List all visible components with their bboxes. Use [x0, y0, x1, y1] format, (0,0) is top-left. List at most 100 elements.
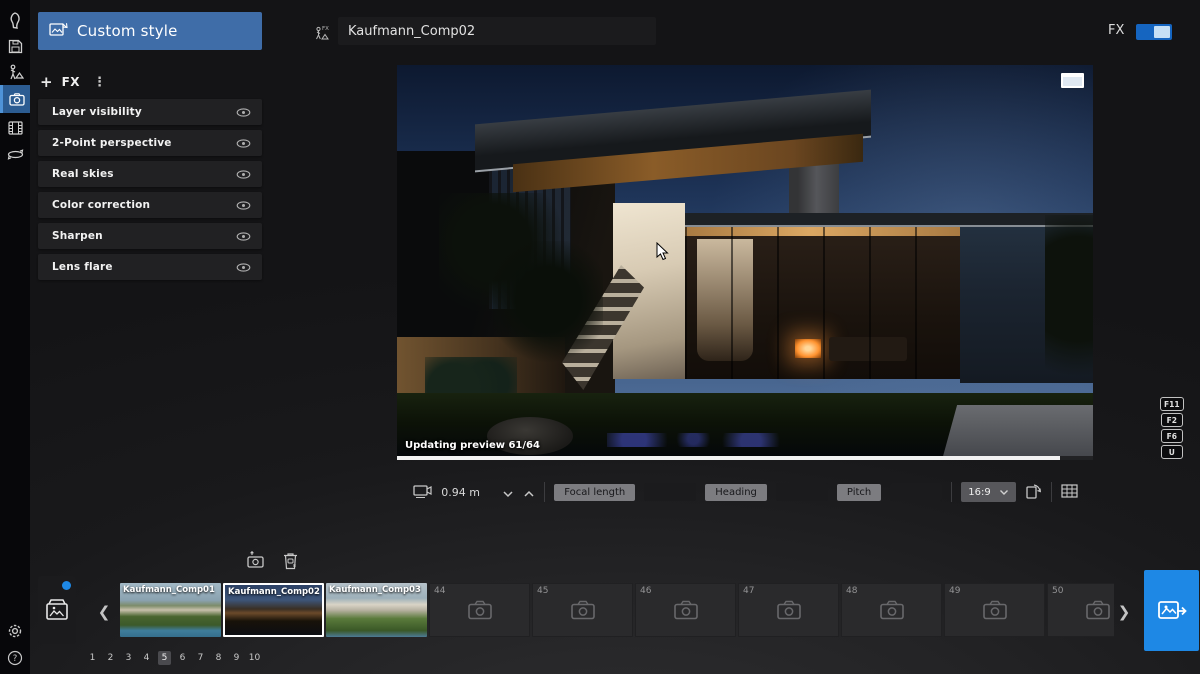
preview-image[interactable]: Updating preview 61/64 — [397, 65, 1093, 460]
cursor-tool-icon[interactable] — [0, 7, 30, 33]
preview-glass-mullions — [685, 227, 960, 379]
movie-mode-icon[interactable] — [0, 115, 30, 141]
camera-controls-bar: 0.94 m Focal length Heading Pitch 16:9 — [397, 477, 1093, 507]
preview-progress-fill — [397, 456, 1060, 460]
eye-icon[interactable] — [236, 263, 251, 272]
divider — [544, 482, 545, 502]
environment-icon[interactable] — [0, 59, 30, 85]
add-effect-button[interactable]: + FX ⋮ — [40, 70, 106, 94]
plus-icon: + — [40, 73, 53, 91]
page-3[interactable]: 3 — [122, 651, 135, 665]
effect-2point-perspective[interactable]: 2-Point perspective — [38, 130, 262, 156]
divider — [951, 482, 952, 502]
photo-thumbnail[interactable]: Kaufmann_Comp03 — [326, 583, 427, 637]
empty-photo-slot[interactable]: 48 — [841, 583, 942, 637]
camera-icon — [1085, 600, 1111, 621]
focal-length-button[interactable]: Focal length — [554, 484, 635, 501]
effect-sharpen[interactable]: Sharpen — [38, 223, 262, 249]
photo-thumbnail[interactable]: Kaufmann_Comp01 — [120, 583, 221, 637]
eye-icon[interactable] — [236, 139, 251, 148]
fx-toggle-switch[interactable] — [1136, 24, 1172, 40]
help-icon[interactable]: ? — [0, 645, 30, 671]
hotkey-f2[interactable]: F2 — [1161, 413, 1183, 427]
chevron-up-icon[interactable] — [523, 483, 535, 502]
hotkey-u[interactable]: U — [1161, 445, 1183, 459]
eye-icon[interactable] — [236, 170, 251, 179]
app-window: ? Custom style + FX ⋮ Layer visibility 2… — [0, 0, 1200, 674]
preview-right-vegetation — [1045, 215, 1093, 400]
camera-icon — [776, 600, 802, 621]
delete-photo-button[interactable] — [278, 548, 302, 572]
camera-icon — [982, 600, 1008, 621]
settings-icon[interactable] — [0, 618, 30, 644]
photo-mode-icon[interactable] — [0, 85, 30, 113]
hotkey-f11[interactable]: F11 — [1160, 397, 1184, 411]
focal-length-field[interactable] — [644, 483, 696, 501]
empty-photo-slot[interactable]: 50 — [1047, 583, 1114, 637]
svg-text:?: ? — [13, 654, 18, 664]
page-1[interactable]: 1 — [86, 651, 99, 665]
effect-real-skies[interactable]: Real skies — [38, 161, 262, 187]
empty-photo-slot[interactable]: 49 — [944, 583, 1045, 637]
aspect-ratio-select[interactable]: 16:9 — [961, 482, 1015, 502]
strip-scroll-left[interactable]: ❮ — [94, 594, 114, 630]
render-photo-button[interactable] — [1144, 570, 1199, 651]
divider — [1051, 482, 1052, 502]
eye-icon[interactable] — [236, 201, 251, 210]
photo-thumbnail-selected[interactable]: Kaufmann_Comp02 — [223, 583, 324, 637]
save-icon[interactable] — [0, 33, 30, 59]
page-9[interactable]: 9 — [230, 651, 243, 665]
filmstrip-pagination: 1 2 3 4 5 6 7 8 9 10 — [86, 651, 261, 665]
toggle-knob — [1154, 26, 1170, 38]
custom-style-icon — [49, 22, 68, 41]
custom-style-header[interactable]: Custom style — [38, 12, 262, 50]
eye-icon[interactable] — [236, 232, 251, 241]
page-10[interactable]: 10 — [248, 651, 261, 665]
render-export-icon — [1157, 599, 1187, 623]
hotkey-f6[interactable]: F6 — [1161, 429, 1183, 443]
maximize-preview-button[interactable] — [1061, 73, 1084, 88]
pitch-button[interactable]: Pitch — [837, 484, 881, 501]
empty-photo-slot[interactable]: 47 — [738, 583, 839, 637]
camera-height-value[interactable]: 0.94 m — [441, 486, 493, 499]
pitch-field[interactable] — [890, 483, 942, 501]
page-2[interactable]: 2 — [104, 651, 117, 665]
orientation-icon[interactable] — [1025, 482, 1042, 503]
camera-icon — [570, 600, 596, 621]
eye-icon[interactable] — [236, 108, 251, 117]
effect-layer-visibility[interactable]: Layer visibility — [38, 99, 262, 125]
preview-roof-right — [665, 213, 1093, 227]
grid-icon[interactable] — [1061, 483, 1078, 502]
camera-height-icon — [412, 483, 432, 502]
photo-filmstrip: Kaufmann_Comp01 Kaufmann_Comp02 Kaufmann… — [120, 583, 1114, 641]
effect-color-correction[interactable]: Color correction — [38, 192, 262, 218]
mouse-cursor — [656, 242, 669, 265]
more-options-icon[interactable]: ⋮ — [93, 75, 106, 90]
page-4[interactable]: 4 — [140, 651, 153, 665]
page-8[interactable]: 8 — [212, 651, 225, 665]
style-title: Custom style — [77, 22, 178, 40]
chevron-down-icon — [999, 489, 1009, 496]
preview-flowers — [607, 433, 787, 447]
strip-scroll-right[interactable]: ❯ — [1114, 594, 1134, 630]
panorama-mode-icon[interactable] — [0, 141, 30, 167]
empty-photo-slot[interactable]: 46 — [635, 583, 736, 637]
camera-icon — [673, 600, 699, 621]
svg-text:FX: FX — [322, 26, 329, 32]
heading-button[interactable]: Heading — [705, 484, 767, 501]
preview-progress-track — [397, 456, 1093, 460]
chevron-down-icon[interactable] — [502, 483, 514, 502]
preview-status: Updating preview 61/64 — [405, 440, 540, 451]
empty-photo-slot[interactable]: 45 — [532, 583, 633, 637]
heading-field[interactable] — [776, 483, 828, 501]
preview-walkway — [942, 405, 1093, 460]
effect-lens-flare[interactable]: Lens flare — [38, 254, 262, 280]
take-photo-button[interactable] — [244, 548, 268, 572]
page-5-active[interactable]: 5 — [158, 651, 171, 665]
hotkey-hints: F11 F2 F6 U — [1160, 397, 1184, 459]
photo-name-input[interactable]: Kaufmann_Comp02 — [338, 17, 656, 45]
camera-icon — [467, 600, 493, 621]
empty-photo-slot[interactable]: 44 — [429, 583, 530, 637]
page-6[interactable]: 6 — [176, 651, 189, 665]
page-7[interactable]: 7 — [194, 651, 207, 665]
